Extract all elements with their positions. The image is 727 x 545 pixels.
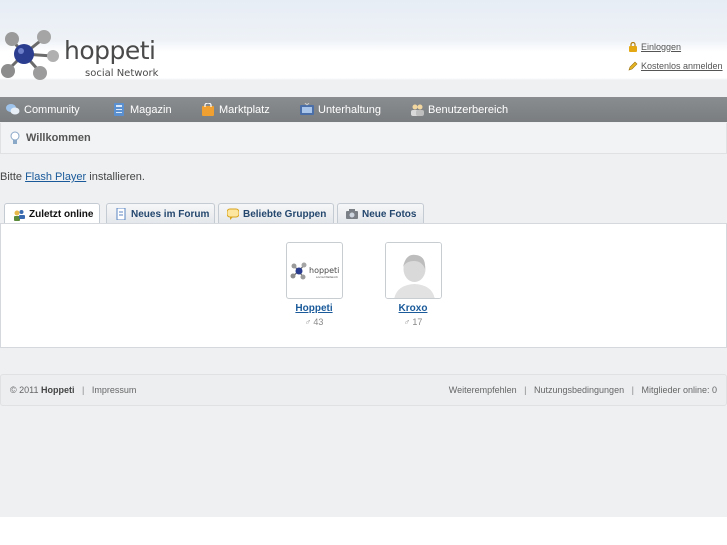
male-symbol-icon: ♂	[304, 317, 312, 327]
molecule-logo-icon	[1, 30, 59, 80]
welcome-title: Willkommen	[26, 132, 91, 144]
tv-icon	[300, 103, 314, 115]
flash-text-before: Bitte	[0, 171, 26, 183]
nav-label: Benutzerbereich	[428, 103, 509, 116]
main-navigation: Community Magazin Marktplatz Unterhaltun…	[0, 97, 727, 122]
tab-label: Neue Fotos	[362, 208, 417, 220]
nav-label: Unterhaltung	[318, 103, 381, 116]
footer-separator: |	[631, 385, 634, 395]
footer-separator: |	[82, 385, 85, 395]
tab-label: Beliebte Gruppen	[243, 208, 327, 220]
avatar[interactable]: hoppeti social Network	[285, 242, 343, 299]
nav-item-marktplatz[interactable]: Marktplatz	[201, 103, 270, 116]
login-link[interactable]: Einloggen	[628, 40, 727, 54]
tab-zuletzt-online[interactable]: Zuletzt online	[4, 203, 100, 225]
avatar[interactable]	[384, 242, 442, 299]
svg-text:hoppeti: hoppeti	[309, 266, 339, 275]
logo-tagline: social Network	[85, 68, 159, 79]
nav-item-community[interactable]: Community	[6, 103, 80, 116]
flash-notice: Bitte Flash Player installieren.	[0, 171, 145, 183]
nav-item-magazin[interactable]: Magazin	[112, 103, 172, 116]
lightbulb-icon	[10, 131, 20, 144]
online-members-panel: hoppeti social Network Hoppeti ♂ 43 Krox…	[0, 223, 727, 348]
camera-icon	[346, 209, 358, 219]
footer-separator: |	[524, 385, 527, 395]
login-label: Einloggen	[641, 42, 682, 52]
pencil-icon	[628, 61, 638, 71]
tab-neues-im-forum[interactable]: Neues im Forum	[106, 203, 215, 224]
footer-brand: Hoppeti	[41, 385, 75, 395]
tab-label: Neues im Forum	[131, 208, 210, 220]
speech-bubble-icon	[227, 208, 239, 220]
tab-beliebte-gruppen[interactable]: Beliebte Gruppen	[218, 203, 334, 224]
copyright-text: © 2011	[10, 385, 39, 395]
shopping-bag-icon	[202, 103, 214, 116]
nav-label: Community	[24, 103, 80, 116]
header: hoppeti social Network Einloggen Kostenl…	[0, 0, 727, 96]
member-count: 17	[412, 317, 423, 327]
svg-text:social Network: social Network	[316, 275, 338, 279]
footer-right: Weiterempfehlen | Nutzungsbedingungen | …	[449, 385, 717, 395]
members-online-text: Mitglieder online: 0	[641, 385, 717, 395]
hoppeti-logo-icon: hoppeti social Network	[290, 262, 339, 280]
users-online-icon	[14, 209, 25, 221]
tab-label: Zuletzt online	[29, 209, 94, 220]
terms-link[interactable]: Nutzungsbedingungen	[534, 385, 624, 395]
account-links: Einloggen Kostenlos anmelden	[628, 40, 727, 78]
recommend-link[interactable]: Weiterempfehlen	[449, 385, 517, 395]
nav-item-benutzerbereich[interactable]: Benutzerbereich	[410, 103, 508, 116]
nav-item-unterhaltung[interactable]: Unterhaltung	[300, 103, 381, 116]
tab-neue-fotos[interactable]: Neue Fotos	[337, 203, 424, 224]
register-link[interactable]: Kostenlos anmelden	[628, 59, 727, 73]
member-meta: ♂ 43	[285, 317, 343, 327]
magazine-icon	[114, 103, 124, 116]
member-card: Kroxo ♂ 17	[384, 242, 442, 327]
logo-name: hoppeti	[64, 36, 156, 65]
footer: © 2011 Hoppeti | Impressum Weiterempfehl…	[0, 374, 727, 406]
member-card: hoppeti social Network Hoppeti ♂ 43	[285, 242, 343, 327]
lock-icon	[629, 42, 637, 52]
footer-left: © 2011 Hoppeti | Impressum	[10, 385, 136, 395]
flash-player-link[interactable]: Flash Player	[25, 171, 86, 183]
impressum-link[interactable]: Impressum	[92, 385, 137, 395]
nav-label: Marktplatz	[219, 103, 270, 116]
member-name-link[interactable]: Kroxo	[384, 303, 442, 314]
logo[interactable]: hoppeti social Network	[0, 26, 170, 84]
welcome-bar: Willkommen	[0, 123, 727, 154]
register-label: Kostenlos anmelden	[641, 61, 723, 71]
document-icon	[116, 208, 126, 220]
nav-label: Magazin	[130, 103, 172, 116]
users-icon	[411, 104, 424, 116]
member-meta: ♂ 17	[384, 317, 442, 327]
male-symbol-icon: ♂	[403, 317, 411, 327]
member-name-link[interactable]: Hoppeti	[285, 303, 343, 314]
default-user-icon	[385, 243, 441, 298]
flash-text-after: installieren.	[86, 171, 145, 183]
chat-bubbles-icon	[6, 104, 20, 115]
member-count: 43	[313, 317, 324, 327]
